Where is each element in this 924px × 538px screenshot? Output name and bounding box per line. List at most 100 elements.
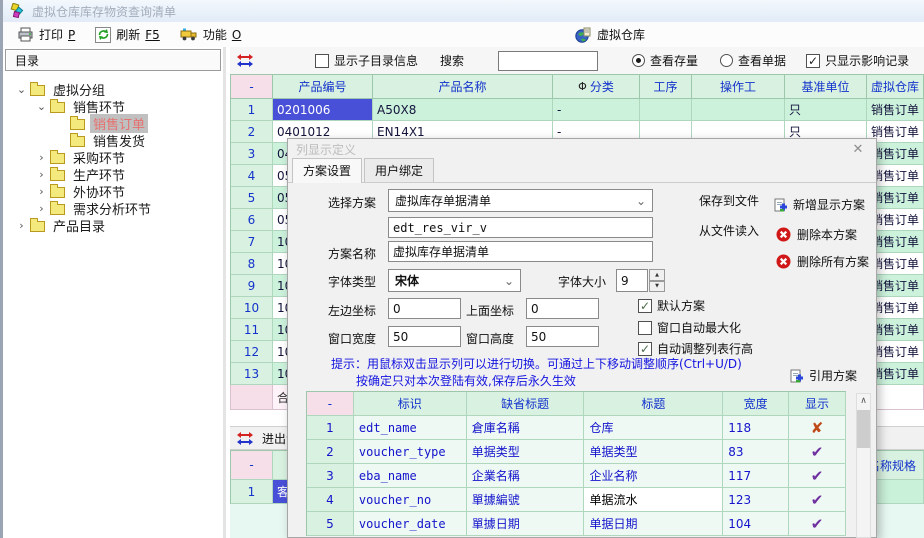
- tree-item-product-catalog[interactable]: ›产品目录: [3, 217, 223, 234]
- reference-scheme-button[interactable]: 引用方案: [790, 367, 857, 384]
- row-number-header[interactable]: -: [230, 74, 273, 99]
- show-subdir-checkbox[interactable]: [315, 54, 329, 68]
- products-header-row: - 产品编号 产品名称 Φ分类 工序 操作工 基准单位 虚拟仓库: [230, 74, 924, 99]
- operator-header[interactable]: 操作工: [692, 74, 785, 99]
- view-voucher-label: 查看单据: [738, 52, 786, 69]
- font-type-select[interactable]: 宋体 ⌄: [388, 269, 521, 292]
- scheme-name-label: 方案名称: [328, 245, 376, 262]
- dialog-titlebar: 列显示定义 ✕: [288, 139, 876, 160]
- swap-columns-icon[interactable]: [237, 54, 253, 67]
- expand-arrow-icon[interactable]: ›: [35, 168, 48, 181]
- view-stock-radio[interactable]: [632, 54, 645, 67]
- expand-arrow-icon[interactable]: ›: [35, 185, 48, 198]
- delete-scheme-button[interactable]: 删除本方案: [776, 226, 857, 243]
- font-size-stepper[interactable]: ▲ ▼: [649, 269, 665, 292]
- close-icon[interactable]: ✕: [848, 142, 868, 157]
- dialog-body: 选择方案 虚拟库存单据清单 ⌄ 保存到文件 从文件读入 新增显示方案 删除本方案…: [288, 183, 876, 538]
- font-size-label: 字体大小: [558, 273, 606, 290]
- show-subdir-label: 显示子目录信息: [334, 52, 418, 69]
- delete-all-schemes-button[interactable]: 删除所有方案: [776, 253, 869, 270]
- default-scheme-checkbox[interactable]: ✓ 默认方案: [638, 297, 705, 314]
- save-to-file-button[interactable]: 保存到文件: [699, 192, 759, 209]
- category-cell: -: [553, 99, 640, 121]
- tree-item-virtual-group[interactable]: ⌄虚拟分组: [3, 81, 223, 98]
- only-affected-checkbox[interactable]: ✓: [806, 54, 820, 68]
- virtual-warehouse-header[interactable]: 虚拟仓库: [867, 74, 924, 99]
- top-coord-input[interactable]: [526, 298, 599, 319]
- font-size-input[interactable]: [616, 269, 648, 292]
- read-from-file-button[interactable]: 从文件读入: [699, 222, 759, 239]
- scroll-up-icon[interactable]: ∧: [860, 394, 867, 408]
- row-number-cell: 13: [230, 363, 273, 385]
- folder-icon: [50, 153, 65, 164]
- display-check-icon[interactable]: ✔: [811, 515, 824, 533]
- search-input[interactable]: [498, 51, 598, 71]
- flow-row-number-cell: 1: [230, 480, 273, 504]
- tab-user-binding[interactable]: 用户绑定: [364, 158, 434, 182]
- refresh-button[interactable]: 刷新F5: [85, 24, 170, 45]
- row-number-cell: 1: [230, 99, 273, 121]
- function-button[interactable]: 功能O: [170, 24, 251, 45]
- directory-tree: ⌄虚拟分组 ⌄销售环节 销售订单 销售发货 ›采购环节 ›生产环节 ›外协环节 …: [3, 73, 223, 234]
- expand-arrow-icon[interactable]: ›: [35, 202, 48, 215]
- product-code-cell[interactable]: 0201006: [273, 99, 373, 121]
- expand-arrow-icon[interactable]: ⌄: [15, 83, 28, 96]
- tree-item-sales-delivery[interactable]: 销售发货: [3, 132, 223, 149]
- view-voucher-radio[interactable]: [720, 54, 733, 67]
- tree-item-outsource-stage[interactable]: ›外协环节: [3, 183, 223, 200]
- expand-arrow-icon[interactable]: ›: [35, 151, 48, 164]
- printer-icon: [17, 27, 34, 42]
- doc-plus-icon: [774, 198, 787, 212]
- expand-arrow-icon[interactable]: ›: [15, 219, 28, 232]
- left-coord-input[interactable]: [388, 298, 461, 319]
- grid-row[interactable]: 4voucher_no單據編號单据流水123✔: [307, 488, 846, 512]
- scrollbar-thumb[interactable]: [857, 410, 870, 448]
- scheme-id-input[interactable]: [388, 217, 653, 238]
- tree-item-demand-analysis-stage[interactable]: ›需求分析环节: [3, 200, 223, 217]
- print-button[interactable]: 打印P: [7, 24, 85, 45]
- grid-row[interactable]: 2voucher_type单据类型单据类型83✔: [307, 440, 846, 464]
- base-unit-header[interactable]: 基准单位: [785, 74, 867, 99]
- grid-row[interactable]: 5voucher_date單據日期单据日期104✔: [307, 512, 846, 536]
- display-check-icon[interactable]: ✔: [811, 443, 824, 461]
- tree-item-purchase-stage[interactable]: ›采购环节: [3, 149, 223, 166]
- grid-row[interactable]: 1edt_name倉庫名稱仓库118✘: [307, 416, 846, 440]
- scheme-name-input[interactable]: [388, 241, 653, 262]
- product-name-header[interactable]: 产品名称: [373, 74, 553, 99]
- scheme-select[interactable]: 虚拟库存单据清单 ⌄: [388, 189, 653, 212]
- process-header[interactable]: 工序: [640, 74, 692, 99]
- app-window: 虚拟仓库库存物资查询清单 打印P 刷新F5 功能O 虚拟仓库 目录 ⌄虚拟分组 …: [0, 0, 924, 538]
- delete-icon: [776, 227, 791, 242]
- flow-row-number-header[interactable]: -: [230, 450, 273, 480]
- grid-row[interactable]: 3eba_name企業名稱企业名称117✔: [307, 464, 846, 488]
- row-number-cell: 8: [230, 253, 273, 275]
- folder-icon: [50, 204, 65, 215]
- window-width-input[interactable]: [388, 326, 461, 347]
- auto-maximize-checkbox[interactable]: 窗口自动最大化: [638, 319, 741, 336]
- window-height-label: 窗口高度: [466, 330, 514, 347]
- product-code-header[interactable]: 产品编号: [273, 74, 373, 99]
- expand-arrow-icon[interactable]: ⌄: [35, 100, 48, 113]
- tab-scheme-settings[interactable]: 方案设置: [292, 158, 362, 183]
- add-scheme-button[interactable]: 新增显示方案: [774, 196, 865, 213]
- tree-item-sales-stage[interactable]: ⌄销售环节: [3, 98, 223, 115]
- editing-title-cell[interactable]: 单据流水: [584, 488, 723, 512]
- window-height-input[interactable]: [526, 326, 599, 347]
- tree-item-production-stage[interactable]: ›生产环节: [3, 166, 223, 183]
- filter-icon: Φ: [578, 80, 587, 93]
- display-check-icon[interactable]: ✔: [811, 491, 824, 509]
- spinner-up-icon[interactable]: ▲: [649, 269, 665, 281]
- tree-item-sales-order[interactable]: 销售订单: [3, 115, 223, 132]
- swap-columns-icon[interactable]: [237, 432, 253, 445]
- display-x-icon[interactable]: ✘: [811, 419, 824, 437]
- category-header[interactable]: Φ分类: [553, 74, 640, 99]
- spinner-down-icon[interactable]: ▼: [649, 281, 665, 293]
- top-coord-label: 上面坐标: [466, 302, 514, 319]
- row-number-cell: 2: [230, 121, 273, 143]
- row-number-cell: 9: [230, 275, 273, 297]
- dialog-title: 列显示定义: [296, 141, 356, 158]
- grid-scrollbar[interactable]: ∧: [856, 393, 871, 538]
- row-number-cell: 12: [230, 341, 273, 363]
- display-check-icon[interactable]: ✔: [811, 467, 824, 485]
- table-row[interactable]: 10201006A50X8-只销售订单: [230, 99, 924, 121]
